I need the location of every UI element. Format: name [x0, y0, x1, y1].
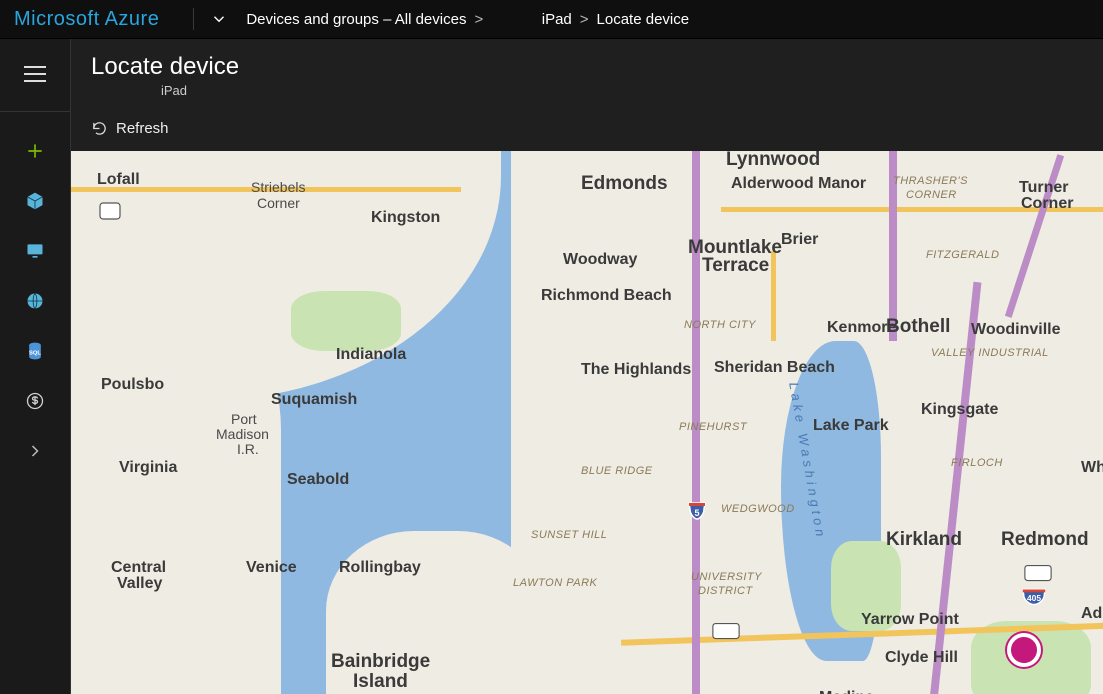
refresh-label: Refresh: [116, 120, 169, 137]
map-road-i5: [692, 151, 700, 694]
map-canvas[interactable]: Lake Washington 3 5 520 520 405 EdmondsL…: [71, 151, 1103, 694]
separator: [193, 8, 194, 30]
route-shield-sr520b: 520: [1023, 561, 1053, 585]
svg-text:3: 3: [107, 207, 112, 217]
plus-icon: [25, 141, 45, 161]
map-land: [326, 531, 546, 694]
page-title: Locate device: [91, 53, 1083, 81]
monitor-icon: [25, 241, 45, 261]
breadcrumb-device-owner[interactable]: ████: [491, 11, 542, 28]
map-land: [511, 151, 1103, 694]
refresh-icon: [91, 120, 108, 137]
chevron-down-icon[interactable]: [210, 10, 228, 28]
map-road: [889, 151, 897, 341]
breadcrumb-sep: >: [580, 11, 589, 28]
map-land: [71, 301, 281, 694]
nav-sql[interactable]: SQL: [0, 326, 70, 376]
hamburger-icon[interactable]: [24, 61, 46, 87]
nav-add[interactable]: [0, 126, 70, 176]
route-shield-sr3: 3: [98, 199, 122, 223]
nav-all-resources[interactable]: [0, 176, 70, 226]
map-park: [291, 291, 401, 351]
divider: [0, 111, 70, 112]
nav-billing[interactable]: [0, 376, 70, 426]
globe-icon: [25, 291, 45, 311]
route-shield-i5: 5: [685, 499, 709, 523]
nav-virtual-machines[interactable]: [0, 226, 70, 276]
database-icon: SQL: [25, 341, 45, 361]
left-nav: SQL: [0, 39, 71, 694]
map-place-label: Seabold: [287, 471, 349, 489]
svg-text:520: 520: [719, 627, 733, 637]
chevron-right-icon: [25, 441, 45, 461]
map-park: [831, 541, 901, 631]
svg-text:405: 405: [1027, 593, 1041, 603]
svg-text:520: 520: [1031, 569, 1045, 579]
command-bar: Refresh: [71, 108, 1103, 151]
breadcrumb-sep: >: [474, 11, 483, 28]
map-road: [71, 187, 461, 192]
dollar-icon: [25, 391, 45, 411]
brand-logo[interactable]: Microsoft Azure: [14, 8, 159, 31]
breadcrumb-leaf: Locate device: [597, 11, 690, 28]
nav-web[interactable]: [0, 276, 70, 326]
breadcrumb-device[interactable]: iPad: [542, 11, 572, 28]
nav-expand[interactable]: [0, 426, 70, 476]
refresh-button[interactable]: Refresh: [81, 116, 179, 141]
map-place-label: Suquamish: [271, 391, 357, 409]
map-road: [771, 251, 776, 341]
route-shield-i405: 405: [1019, 585, 1049, 609]
route-shield-sr520: 520: [711, 619, 741, 643]
cube-icon: [25, 191, 45, 211]
svg-text:5: 5: [694, 508, 699, 518]
svg-text:SQL: SQL: [29, 350, 41, 356]
page-subtitle: iPad: [161, 83, 1083, 98]
breadcrumb-root[interactable]: Devices and groups – All devices: [246, 11, 466, 28]
